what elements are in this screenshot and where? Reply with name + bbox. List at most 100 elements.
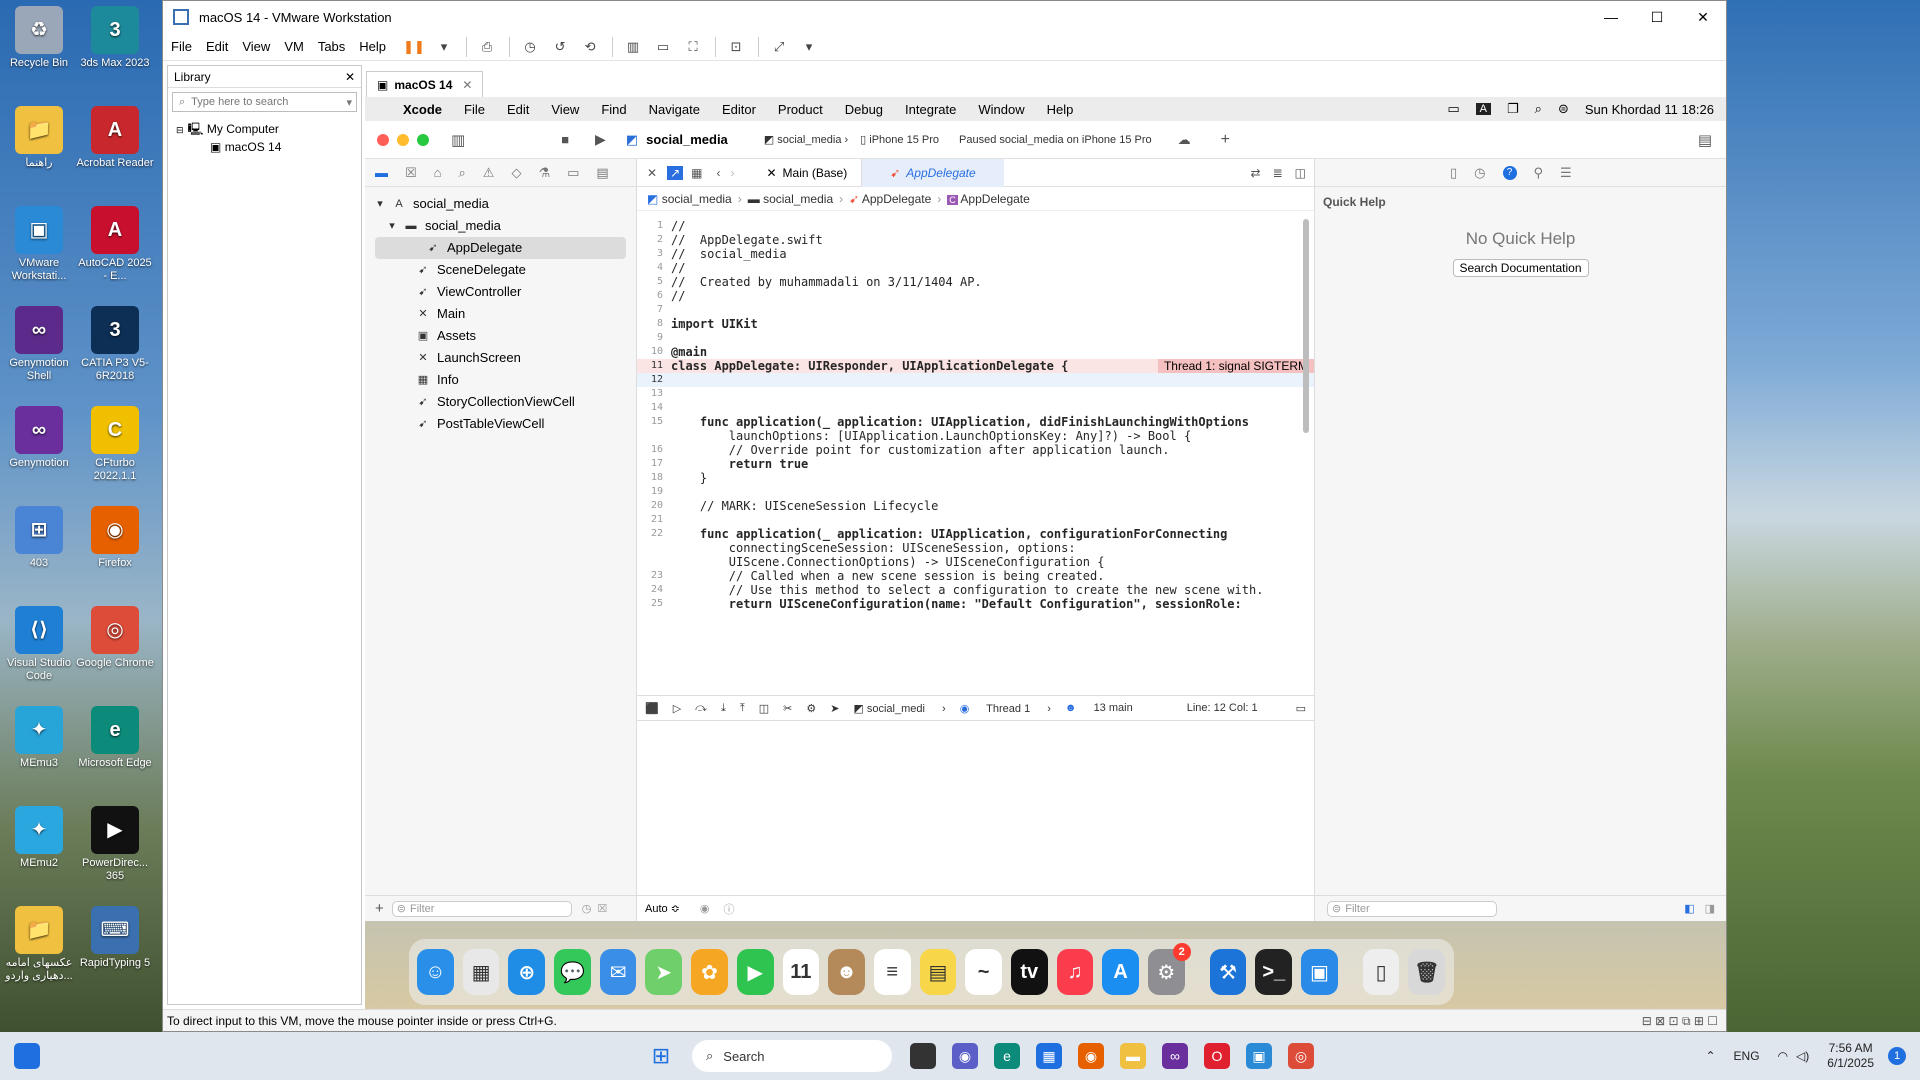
desktop-icon[interactable]: 📁 عکسهای امامه دهیاری واردو... <box>0 906 78 983</box>
code-line[interactable]: 21 <box>637 513 1314 527</box>
library-close-icon[interactable]: ✕ <box>345 70 355 84</box>
chrome-icon[interactable]: ◎ <box>1288 1043 1314 1069</box>
line-number[interactable] <box>637 555 671 569</box>
desktop-icon[interactable]: ▣ VMware Workstati... <box>0 206 78 283</box>
code-line[interactable]: 5// Created by muhammadali on 3/11/1404 … <box>637 275 1314 289</box>
menu-debug[interactable]: Debug <box>845 102 883 117</box>
tab-appdelegate[interactable]: ➹ AppDelegate <box>862 158 1004 187</box>
dock-app-maps[interactable]: ➤ <box>645 949 683 995</box>
file-tree-item[interactable]: ▣ Assets <box>365 325 636 347</box>
debug-thread[interactable]: ◉ Thread 1 › <box>960 702 1051 715</box>
line-number[interactable]: 13 <box>637 387 671 401</box>
tab-main-base[interactable]: ✕ Main (Base) <box>752 158 863 187</box>
step-out-icon[interactable]: ⤒ <box>740 702 745 715</box>
windows-start-icon[interactable]: ⊞ <box>648 1043 674 1069</box>
line-number[interactable]: 16 <box>637 443 671 457</box>
desktop-icon[interactable]: A Acrobat Reader <box>76 106 154 170</box>
menu-navigate[interactable]: Navigate <box>649 102 700 117</box>
menu-view[interactable]: View <box>242 39 270 54</box>
refresh-icon[interactable]: ⇄ <box>1251 166 1261 180</box>
code-line[interactable]: connectingSceneSession: UISceneSession, … <box>637 541 1314 555</box>
tab-macos[interactable]: ▣ macOS 14 ✕ <box>366 71 484 97</box>
menu-tabs[interactable]: Tabs <box>318 39 345 54</box>
line-number[interactable]: 2 <box>637 233 671 247</box>
disclosure-icon[interactable]: ▾ <box>375 193 385 215</box>
history-icon[interactable]: ◷ <box>1474 165 1485 181</box>
source-control-icon[interactable]: ☒ <box>405 165 417 181</box>
file-tree-item[interactable]: ➹ StoryCollectionViewCell <box>365 391 636 413</box>
dock-app-system-settings[interactable]: ⚙ 2 <box>1148 943 1191 995</box>
line-number[interactable]: 14 <box>637 401 671 415</box>
menu-find[interactable]: Find <box>601 102 626 117</box>
send-keys-icon[interactable]: ⎙ <box>473 35 501 59</box>
breakpoint-icon[interactable]: ▭ <box>567 165 579 181</box>
desktop-icon[interactable]: e Microsoft Edge <box>76 706 154 770</box>
line-number[interactable] <box>637 429 671 443</box>
console-icon[interactable]: ⊡ <box>722 35 750 59</box>
grid-icon[interactable]: ▦ <box>691 166 702 180</box>
device-selector[interactable]: ▯ iPhone 15 Pro <box>860 133 939 146</box>
opera-icon[interactable]: O <box>1204 1043 1230 1069</box>
test-icon[interactable]: ◇ <box>511 165 521 181</box>
dock-app-photos[interactable]: ✿ <box>691 949 728 995</box>
error-badge[interactable]: Thread 1: signal SIGTERM <box>1157 359 1314 373</box>
debug-icon[interactable]: ⚗ <box>538 165 550 181</box>
code-line[interactable]: 16 // Override point for customization a… <box>637 443 1314 457</box>
environment-icon[interactable]: ⚙ <box>806 702 816 715</box>
file-explorer-icon[interactable]: ▬ <box>1120 1043 1146 1069</box>
line-number[interactable]: 5 <box>637 275 671 289</box>
chevron-up-icon[interactable]: ⌃ <box>1705 1049 1715 1063</box>
desktop-icon[interactable]: ⟨⟩ Visual Studio Code <box>0 606 78 683</box>
maximize-button[interactable]: ☐ <box>1634 1 1680 33</box>
line-number[interactable]: 10 <box>637 345 671 359</box>
memory-graph-icon[interactable]: ✂ <box>783 702 792 715</box>
report-icon[interactable]: ▤ <box>596 165 608 181</box>
stop-icon[interactable]: ■ <box>561 132 569 147</box>
editor-scrollbar[interactable] <box>1303 219 1309 433</box>
stretch-icon[interactable]: ⤢ <box>765 35 793 59</box>
issue-icon[interactable]: ⚠ <box>483 165 495 181</box>
desktop-icon[interactable]: ⌨ RapidTyping 5 <box>76 906 154 970</box>
guest-screen[interactable]: Xcode File Edit View Find Navigate Edito… <box>365 97 1726 1011</box>
dock-app-mail[interactable]: ✉ <box>599 949 637 995</box>
recent-filter-icon[interactable]: ◷ <box>582 902 592 915</box>
tree-my-computer[interactable]: ⊟ 🖳 My Computer <box>176 120 353 138</box>
dock-app-xcode-simulator[interactable]: ▣ <box>1301 949 1338 995</box>
spotlight-icon[interactable]: ⌕ <box>1535 101 1542 117</box>
add-file-icon[interactable]: + <box>375 900 384 917</box>
line-number[interactable]: 12 <box>637 373 671 387</box>
revert-snapshot-icon[interactable]: ↺ <box>546 35 574 59</box>
dock-app-freeform[interactable]: ~ <box>965 949 1002 995</box>
control-center-icon[interactable]: ⊜ <box>1558 101 1569 117</box>
volume-icon[interactable]: ◁) <box>1796 1049 1809 1063</box>
related-items-icon[interactable]: ↗ <box>667 165 684 180</box>
window-icon[interactable]: ❐ <box>1507 101 1519 117</box>
filter-input[interactable]: ⊜ Filter <box>391 900 572 917</box>
variables-mode-select[interactable]: Auto ≎ <box>645 902 680 915</box>
add-icon[interactable]: + <box>1221 131 1230 149</box>
device-status-icons[interactable]: ⊟ ⊠ ⊡ ⧉ ⊞ ☐ <box>1642 1010 1718 1032</box>
menubar-clock[interactable]: Sun Khordad 11 18:26 <box>1585 102 1714 117</box>
menu-window[interactable]: Window <box>978 102 1024 117</box>
dock-app-calendar[interactable]: 11 <box>782 949 820 995</box>
jump-group[interactable]: ▬ social_media <box>748 192 833 206</box>
code-line[interactable]: 14 <box>637 401 1314 415</box>
dock-app-facetime[interactable]: ▶ <box>736 949 774 995</box>
tree-vm-macos[interactable]: ▣ macOS 14 <box>176 138 353 156</box>
dock-app-terminal[interactable]: >_ <box>1255 949 1293 995</box>
close-tab-icon[interactable]: ✕ <box>647 166 657 180</box>
adjust-editor-icon[interactable]: ≣ <box>1273 166 1283 180</box>
dock-app-safari[interactable]: ⊕ <box>508 949 546 995</box>
view-debugger-icon[interactable]: ◫ <box>759 702 769 715</box>
dock-app-messages[interactable]: 💬 <box>554 949 591 995</box>
disclosure-icon[interactable]: ▾ <box>387 215 397 237</box>
add-editor-icon[interactable]: ◫ <box>1295 166 1306 180</box>
menu-vm[interactable]: VM <box>284 39 304 54</box>
dock-app-app-store[interactable]: A <box>1102 949 1139 995</box>
file-tree-item[interactable]: ➹ ViewController <box>365 281 636 303</box>
desktop-icon[interactable]: ✦ MEmu2 <box>0 806 78 870</box>
forward-icon[interactable]: › <box>730 166 734 180</box>
line-number[interactable]: 17 <box>637 457 671 471</box>
file-tree-item[interactable]: ➹ SceneDelegate <box>365 259 636 281</box>
code-line[interactable]: 24 // Use this method to select a config… <box>637 583 1314 597</box>
